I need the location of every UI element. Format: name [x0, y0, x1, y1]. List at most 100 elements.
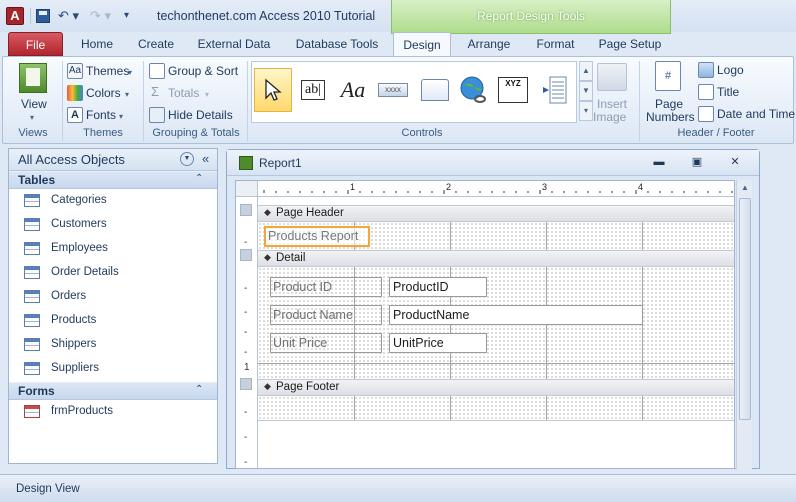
- ruler-ticks: [263, 190, 733, 194]
- page-break-icon[interactable]: [536, 70, 574, 110]
- unit-price-textbox[interactable]: UnitPrice: [389, 333, 487, 353]
- close-icon[interactable]: ✕: [727, 155, 743, 169]
- save-icon[interactable]: [36, 9, 50, 23]
- undo-icon[interactable]: ↶ ▾: [58, 8, 79, 24]
- nav-item-products[interactable]: Products: [9, 309, 217, 333]
- nav-item-employees[interactable]: Employees: [9, 237, 217, 261]
- nav-item-suppliers[interactable]: Suppliers: [9, 357, 217, 381]
- nav-item-categories[interactable]: Categories: [9, 189, 217, 213]
- section-selector-page-header[interactable]: [240, 204, 252, 216]
- label-icon[interactable]: Aa: [334, 70, 372, 110]
- table-icon: [24, 218, 40, 231]
- nav-section-label: Tables: [18, 173, 56, 187]
- nav-section-forms[interactable]: Forms ⌃: [9, 382, 217, 400]
- chevron-up-icon[interactable]: ⌃: [195, 384, 203, 395]
- nav-item-customers[interactable]: Customers: [9, 213, 217, 237]
- report-title-label[interactable]: Products Report: [264, 226, 370, 247]
- design-canvas[interactable]: 1 2 3 4 - - - - - 1 - - - ◆ Page Header: [235, 180, 735, 469]
- access-app-icon[interactable]: A: [6, 7, 24, 25]
- view-button-label[interactable]: View: [21, 97, 47, 111]
- hyperlink-icon[interactable]: [454, 70, 492, 110]
- redo-icon[interactable]: ↷ ▾: [90, 8, 111, 24]
- nav-title[interactable]: All Access Objects: [18, 152, 125, 167]
- tab-design[interactable]: Design: [393, 32, 451, 57]
- nav-header[interactable]: All Access Objects ▼ «: [9, 149, 217, 171]
- title-button[interactable]: Title: [717, 85, 739, 99]
- nav-item-shippers[interactable]: Shippers: [9, 333, 217, 357]
- view-icon[interactable]: [19, 63, 47, 93]
- page-footer-section[interactable]: [258, 396, 734, 420]
- horizontal-ruler[interactable]: 1 2 3 4: [258, 181, 734, 197]
- tab-file[interactable]: File: [8, 32, 63, 56]
- minimize-icon[interactable]: ▬: [651, 155, 667, 169]
- page-numbers-label-2[interactable]: Numbers: [646, 110, 695, 124]
- section-selector-detail[interactable]: [240, 249, 252, 261]
- colors-caret[interactable]: ▾: [125, 88, 129, 102]
- gallery-more[interactable]: ▾: [579, 101, 593, 121]
- group-sort-button[interactable]: Group & Sort: [168, 64, 238, 78]
- tab-database-tools[interactable]: Database Tools: [288, 32, 386, 56]
- button-icon[interactable]: xxxx: [374, 70, 412, 110]
- fonts-button[interactable]: Fonts: [86, 108, 116, 122]
- tab-external-data[interactable]: External Data: [190, 32, 278, 56]
- group-sort-icon: [149, 63, 165, 79]
- insert-image-label-1: Insert: [597, 97, 628, 111]
- scrollbar-thumb[interactable]: [739, 198, 751, 420]
- hide-details-button[interactable]: Hide Details: [168, 108, 233, 122]
- page-numbers-icon: #: [655, 61, 681, 91]
- fonts-caret[interactable]: ▾: [119, 110, 123, 124]
- page-footer-bar[interactable]: ◆ Page Footer: [258, 379, 734, 396]
- nav-section-tables[interactable]: Tables ⌃: [9, 171, 217, 189]
- tab-create[interactable]: Create: [130, 32, 182, 56]
- themes-button[interactable]: Themes: [86, 64, 129, 78]
- context-tab-header: Report Design Tools: [391, 0, 671, 34]
- view-dropdown-caret[interactable]: ▾: [30, 111, 34, 125]
- ruler-number: 3: [542, 182, 548, 192]
- scroll-up-arrow[interactable]: ▲: [737, 180, 753, 196]
- gallery-scroll-up[interactable]: ▲: [579, 61, 593, 81]
- unit-price-label[interactable]: Unit Price: [270, 333, 382, 353]
- option-group-icon[interactable]: XYZ: [494, 70, 532, 110]
- nav-item-label: frmProducts: [51, 405, 113, 417]
- vertical-ruler[interactable]: - - - - - 1 - - -: [236, 197, 258, 468]
- ribbon-tabs: File Home Create External Data Database …: [0, 32, 796, 57]
- tab-arrange[interactable]: Arrange: [458, 32, 520, 56]
- detail-section[interactable]: Product ID ProductID Product Name Produc…: [258, 267, 734, 379]
- nav-item-frmproducts[interactable]: frmProducts: [9, 400, 217, 424]
- tab-format[interactable]: Format: [528, 32, 583, 56]
- logo-button[interactable]: Logo: [717, 63, 744, 77]
- tab-control-icon[interactable]: [416, 70, 454, 110]
- nav-item-orders[interactable]: Orders: [9, 285, 217, 309]
- tab-home[interactable]: Home: [70, 32, 124, 56]
- nav-menu-icon[interactable]: ▼: [180, 152, 194, 166]
- page-header-section[interactable]: Products Report: [258, 222, 734, 250]
- nav-item-order-details[interactable]: Order Details: [9, 261, 217, 285]
- textbox-icon[interactable]: ab|: [294, 70, 332, 110]
- section-selector-page-footer[interactable]: [240, 378, 252, 390]
- themes-caret[interactable]: ▾: [128, 66, 132, 80]
- report-selector[interactable]: [236, 181, 258, 197]
- vertical-scrollbar[interactable]: ▲: [736, 180, 752, 469]
- product-id-textbox[interactable]: ProductID: [389, 277, 487, 297]
- tab-page-setup[interactable]: Page Setup: [592, 32, 668, 56]
- product-name-textbox[interactable]: ProductName: [389, 305, 643, 325]
- product-name-label[interactable]: Product Name: [270, 305, 382, 325]
- report-title-bar[interactable]: Report1 ▬ ▣ ✕: [227, 150, 759, 176]
- collapse-pane-icon[interactable]: «: [202, 151, 209, 166]
- page-numbers-label-1[interactable]: Page: [655, 97, 683, 111]
- detail-bar[interactable]: ◆ Detail: [258, 250, 734, 267]
- restore-icon[interactable]: ▣: [689, 155, 705, 169]
- product-id-label[interactable]: Product ID: [270, 277, 382, 297]
- chevron-up-icon[interactable]: ⌃: [195, 173, 203, 184]
- colors-button[interactable]: Colors: [86, 86, 121, 100]
- fonts-icon: A: [67, 107, 83, 123]
- date-time-button[interactable]: Date and Time: [717, 107, 795, 121]
- nav-item-label: Employees: [51, 242, 108, 254]
- report-title: Report1: [259, 156, 302, 170]
- page-header-bar[interactable]: ◆ Page Header: [258, 205, 734, 222]
- customize-qat-icon[interactable]: ▾: [124, 8, 129, 24]
- page-footer-label: Page Footer: [276, 381, 340, 393]
- select-pointer-icon[interactable]: [254, 68, 292, 112]
- table-icon: [24, 242, 40, 255]
- gallery-scroll-down[interactable]: ▼: [579, 81, 593, 101]
